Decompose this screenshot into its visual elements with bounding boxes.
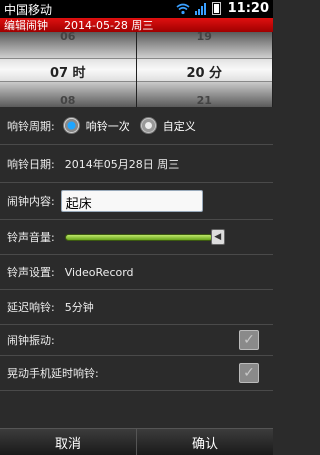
snooze-row[interactable]: 延迟响铃: 5分钟 xyxy=(0,290,273,325)
repeat-label: 响铃周期: xyxy=(7,119,55,133)
minute-next[interactable]: 21 xyxy=(137,94,273,107)
shake-row: 晃动手机延时响铃: ✓ xyxy=(0,356,273,391)
ringtone-value[interactable]: VideoRecord xyxy=(65,266,134,279)
time-picker: 06 07 时 08 19 20 分 21 xyxy=(0,32,273,107)
vibrate-label: 闹钟振动: xyxy=(7,334,55,347)
date-row[interactable]: 响铃日期: 2014年05月28日 周三 xyxy=(0,145,273,183)
repeat-row: 响铃周期: 响铃一次 自定义 xyxy=(0,107,273,145)
repeat-once-radio[interactable] xyxy=(62,117,80,134)
alarm-content-input[interactable]: 起床 xyxy=(60,190,203,212)
status-icons xyxy=(176,2,221,15)
cancel-button[interactable]: 取消 xyxy=(0,429,136,455)
vibrate-row: 闹钟振动: ✓ xyxy=(0,325,273,356)
shake-label: 晃动手机延时响铃: xyxy=(7,367,99,380)
volume-label: 铃声音量: xyxy=(7,231,55,244)
bottom-bar: 取消 确认 xyxy=(0,428,273,455)
speaker-icon[interactable]: ◀ xyxy=(210,229,225,245)
status-bar: 中国移动 11:20 xyxy=(0,0,273,18)
title-bar: 编辑闹钟 2014-05-28 周三 xyxy=(0,18,273,32)
hour-picker[interactable]: 06 07 时 08 xyxy=(0,32,137,107)
repeat-once-option[interactable]: 响铃一次 xyxy=(62,117,130,134)
title-date: 2014-05-28 周三 xyxy=(64,19,154,32)
hour-prev[interactable]: 06 xyxy=(0,32,136,43)
ringtone-row[interactable]: 铃声设置: VideoRecord xyxy=(0,255,273,290)
vibrate-checkbox[interactable]: ✓ xyxy=(239,330,259,350)
battery-icon xyxy=(212,2,221,15)
volume-row: 铃声音量: ◀ xyxy=(0,220,273,255)
hour-next[interactable]: 08 xyxy=(0,94,136,107)
volume-slider[interactable]: ◀ xyxy=(64,229,225,245)
carrier-label: 中国移动 xyxy=(4,2,53,17)
content-label: 闹钟内容: xyxy=(7,195,55,208)
wifi-icon xyxy=(176,3,190,14)
page-title: 编辑闹钟 xyxy=(4,19,48,32)
repeat-once-label[interactable]: 响铃一次 xyxy=(86,118,130,134)
repeat-custom-label[interactable]: 自定义 xyxy=(163,118,196,134)
date-label: 响铃日期: xyxy=(7,157,55,171)
repeat-custom-radio[interactable] xyxy=(139,117,157,134)
minute-prev[interactable]: 19 xyxy=(137,32,273,43)
shake-checkbox[interactable]: ✓ xyxy=(239,363,259,383)
ringtone-label: 铃声设置: xyxy=(7,266,55,279)
snooze-value[interactable]: 5分钟 xyxy=(65,299,94,315)
status-time: 11:20 xyxy=(227,1,269,16)
snooze-label: 延迟响铃: xyxy=(7,301,55,314)
confirm-button[interactable]: 确认 xyxy=(137,429,273,455)
signal-icon xyxy=(195,2,206,15)
minute-current[interactable]: 20 分 xyxy=(137,62,273,81)
repeat-custom-option[interactable]: 自定义 xyxy=(139,117,196,134)
hour-current[interactable]: 07 时 xyxy=(0,62,136,81)
minute-picker[interactable]: 19 20 分 21 xyxy=(136,32,273,107)
content-row: 闹钟内容: 起床 xyxy=(0,183,273,220)
volume-track[interactable] xyxy=(64,234,213,241)
date-value[interactable]: 2014年05月28日 周三 xyxy=(65,156,180,172)
